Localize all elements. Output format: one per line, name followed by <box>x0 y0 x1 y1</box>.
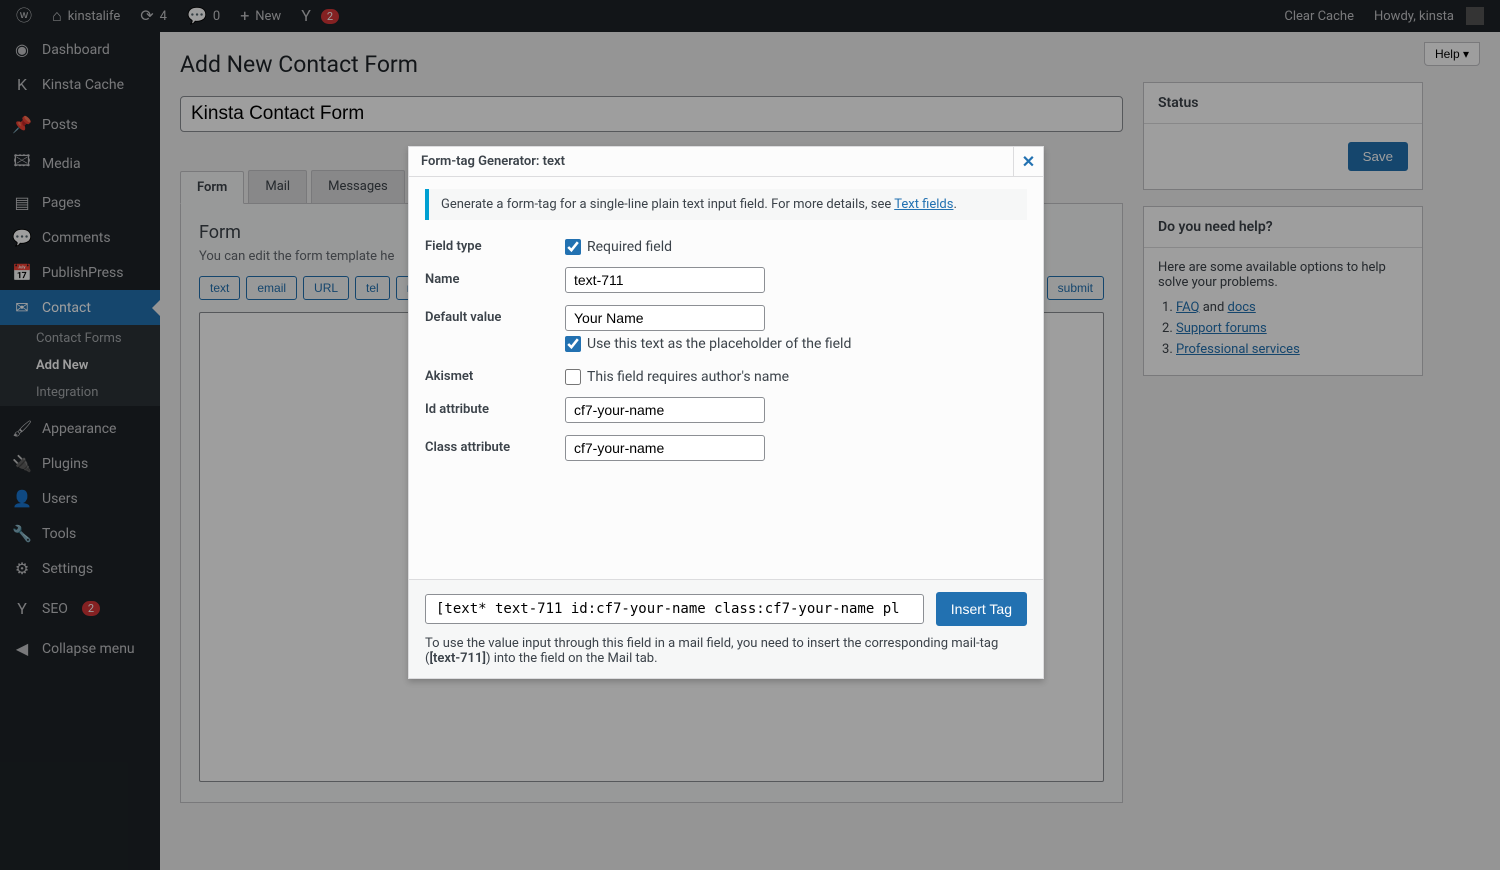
akismet-label: Akismet <box>425 364 565 384</box>
generated-tag-input[interactable] <box>425 594 924 624</box>
footer-hint: To use the value input through this fiel… <box>425 636 1027 666</box>
form-tag-generator-modal: Form-tag Generator: text ✕ Generate a fo… <box>408 146 1044 679</box>
modal-notice: Generate a form-tag for a single-line pl… <box>425 189 1027 220</box>
id-attribute-label: Id attribute <box>425 397 565 417</box>
placeholder-checkbox-label[interactable]: Use this text as the placeholder of the … <box>565 336 1027 352</box>
text-fields-link[interactable]: Text fields <box>894 197 953 212</box>
close-icon: ✕ <box>1022 152 1035 171</box>
modal-close-button[interactable]: ✕ <box>1013 147 1043 177</box>
id-attribute-input[interactable] <box>565 397 765 423</box>
modal-title: Form-tag Generator: text <box>421 154 565 169</box>
default-value-label: Default value <box>425 305 565 325</box>
akismet-checkbox-label[interactable]: This field requires author's name <box>565 369 1027 385</box>
name-input[interactable] <box>565 267 765 293</box>
akismet-checkbox[interactable] <box>565 369 581 385</box>
placeholder-checkbox[interactable] <box>565 336 581 352</box>
required-field-checkbox[interactable] <box>565 239 581 255</box>
class-attribute-label: Class attribute <box>425 435 565 455</box>
required-field-checkbox-label[interactable]: Required field <box>565 239 1027 255</box>
class-attribute-input[interactable] <box>565 435 765 461</box>
default-value-input[interactable] <box>565 305 765 331</box>
field-type-label: Field type <box>425 234 565 254</box>
name-label: Name <box>425 267 565 287</box>
insert-tag-button[interactable]: Insert Tag <box>936 592 1027 626</box>
